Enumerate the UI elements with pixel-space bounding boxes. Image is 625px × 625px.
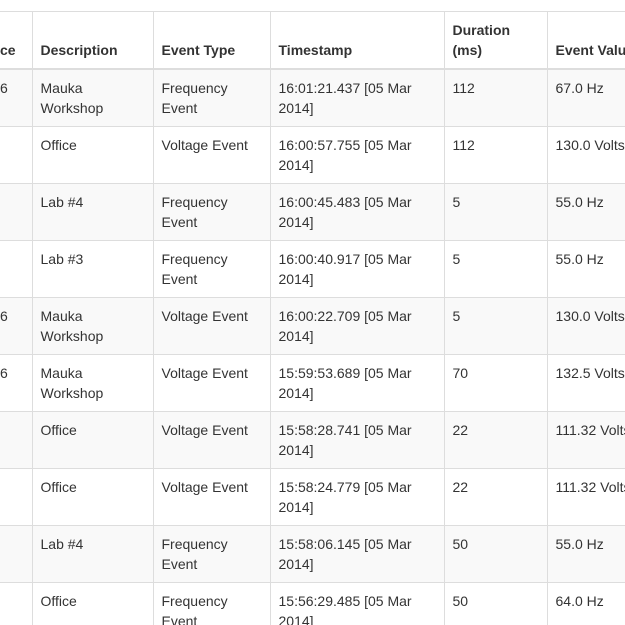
cell-event-value: 130.0 Volts [546,297,625,355]
cell-description: Lab #4 [31,525,154,583]
cell-device: 6 [0,68,33,127]
cell-event-type: Frequency Event [152,525,271,583]
cell-duration: 50 [443,525,548,583]
events-table: ce Description Event Type Timestamp Duration… [0,11,625,625]
column-header-description[interactable]: Description [31,11,154,70]
cell-event-value: 111.32 Volts [546,468,625,526]
cell-timestamp: 16:00:45.483 [05 Mar 2014] [269,183,445,241]
events-table-container: ce Description Event Type Timestamp Duration… [0,11,625,625]
cell-event-type: Voltage Event [152,411,271,469]
cell-device: 6 [0,297,33,355]
table-row[interactable]: Lab #4 Frequency Event 15:58:06.145 [05 Ma… [0,525,625,583]
cell-description: Office [31,468,154,526]
column-header-device[interactable]: ce [0,11,33,70]
cell-event-value: 55.0 Hz [546,525,625,583]
cell-event-value: 67.0 Hz [546,68,625,127]
cell-event-type: Voltage Event [152,126,271,184]
cell-description: Mauka Workshop [31,354,154,412]
table-row[interactable]: Lab #4 Frequency Event 16:00:45.483 [05 Ma… [0,183,625,241]
cell-device [0,468,33,526]
cell-event-value: 130.0 Volts [546,126,625,184]
cell-event-type: Frequency Event [152,240,271,298]
cell-duration: 70 [443,354,548,412]
cell-device [0,525,33,583]
column-header-timestamp[interactable]: Timestamp [269,11,445,70]
table-row[interactable]: Office Voltage Event 16:00:57.755 [05 Mar … [0,126,625,184]
table-row[interactable]: Office Frequency Event 15:56:29.485 [05 Ma… [0,582,625,625]
cell-description: Office [31,411,154,469]
cell-event-type: Frequency Event [152,68,271,127]
cell-event-type: Voltage Event [152,297,271,355]
cell-timestamp: 15:58:24.779 [05 Mar 2014] [269,468,445,526]
cell-device [0,411,33,469]
cell-event-type: Frequency Event [152,582,271,625]
cell-device [0,126,33,184]
table-row[interactable]: Office Voltage Event 15:58:24.779 [05 Mar … [0,468,625,526]
cell-event-value: 64.0 Hz [546,582,625,625]
cell-device: 6 [0,354,33,412]
cell-duration: 5 [443,183,548,241]
cell-duration: 112 [443,126,548,184]
cell-event-value: 55.0 Hz [546,183,625,241]
cell-device [0,582,33,625]
cell-event-type: Voltage Event [152,468,271,526]
cell-description: Lab #3 [31,240,154,298]
table-row[interactable]: 6 Mauka Workshop Voltage Event 15:59:53.689… [0,354,625,412]
cell-description: Office [31,582,154,625]
cell-event-type: Frequency Event [152,183,271,241]
table-row[interactable]: 6 Mauka Workshop Voltage Event 16:00:22.709… [0,297,625,355]
cell-timestamp: 16:01:21.437 [05 Mar 2014] [269,68,445,127]
cell-description: Mauka Workshop [31,68,154,127]
cell-description: Mauka Workshop [31,297,154,355]
cell-duration: 112 [443,68,548,127]
cell-timestamp: 15:58:06.145 [05 Mar 2014] [269,525,445,583]
table-row[interactable]: 6 Mauka Workshop Frequency Event 16:01:21.4… [0,68,625,127]
table-row[interactable]: Office Voltage Event 15:58:28.741 [05 Mar … [0,411,625,469]
cell-description: Lab #4 [31,183,154,241]
cell-timestamp: 15:59:53.689 [05 Mar 2014] [269,354,445,412]
cell-timestamp: 16:00:22.709 [05 Mar 2014] [269,297,445,355]
cell-timestamp: 15:58:28.741 [05 Mar 2014] [269,411,445,469]
column-header-duration[interactable]: Duration (ms) [443,11,548,70]
cell-duration: 50 [443,582,548,625]
cell-event-type: Voltage Event [152,354,271,412]
cell-duration: 22 [443,411,548,469]
cell-device [0,240,33,298]
cell-device [0,183,33,241]
cell-duration: 5 [443,240,548,298]
cell-timestamp: 16:00:57.755 [05 Mar 2014] [269,126,445,184]
cell-event-value: 111.32 Volts [546,411,625,469]
table-row[interactable]: Lab #3 Frequency Event 16:00:40.917 [05 Ma… [0,240,625,298]
column-header-event-type[interactable]: Event Type [152,11,271,70]
table-header: ce Description Event Type Timestamp Duration… [0,11,625,70]
cell-event-value: 132.5 Volts [546,354,625,412]
cell-description: Office [31,126,154,184]
cell-event-value: 55.0 Hz [546,240,625,298]
cell-timestamp: 15:56:29.485 [05 Mar 2014] [269,582,445,625]
column-header-event-value[interactable]: Event Value [546,11,625,70]
cell-duration: 5 [443,297,548,355]
cell-timestamp: 16:00:40.917 [05 Mar 2014] [269,240,445,298]
cell-duration: 22 [443,468,548,526]
